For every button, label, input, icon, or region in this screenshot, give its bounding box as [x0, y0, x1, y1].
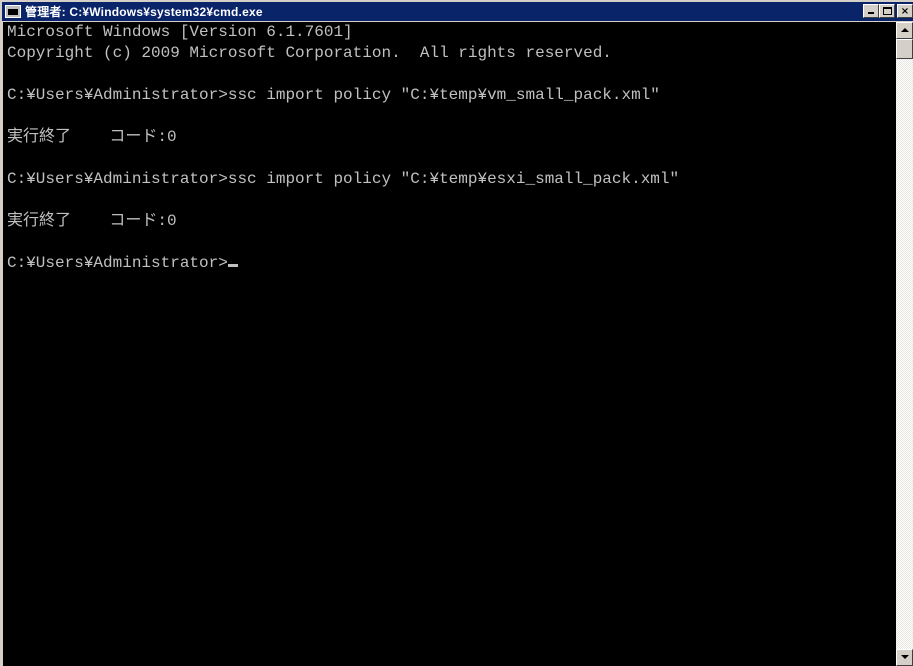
maximize-icon	[883, 7, 892, 15]
text-cursor	[227, 264, 238, 267]
console-line: Copyright (c) 2009 Microsoft Corporation…	[7, 44, 612, 62]
scroll-down-button[interactable]	[896, 649, 913, 666]
close-button[interactable]: ×	[897, 4, 913, 18]
console-line: C:¥Users¥Administrator>ssc import policy…	[7, 86, 660, 104]
window-controls: ×	[863, 4, 913, 18]
minimize-icon	[868, 12, 874, 14]
prompt-text: C:¥Users¥Administrator>	[7, 254, 228, 272]
scroll-up-button[interactable]	[896, 22, 913, 39]
console-icon[interactable]	[5, 5, 21, 18]
cmd-window: 管理者: C:¥Windows¥system32¥cmd.exe × Micro…	[0, 0, 913, 666]
console-line: Microsoft Windows [Version 6.1.7601]	[7, 23, 353, 41]
console-line: 実行終了 コード:0	[7, 212, 177, 230]
console-output[interactable]: Microsoft Windows [Version 6.1.7601] Cop…	[3, 22, 896, 666]
prompt-line[interactable]: C:¥Users¥Administrator>	[3, 253, 896, 274]
window-title: 管理者: C:¥Windows¥system32¥cmd.exe	[25, 5, 263, 19]
title-bar[interactable]: 管理者: C:¥Windows¥system32¥cmd.exe ×	[2, 2, 913, 21]
vertical-scrollbar[interactable]	[896, 22, 913, 666]
close-icon: ×	[900, 5, 910, 17]
scroll-thumb[interactable]	[896, 39, 913, 59]
console-line: C:¥Users¥Administrator>ssc import policy…	[7, 170, 680, 188]
maximize-button[interactable]	[879, 4, 895, 18]
minimize-button[interactable]	[863, 4, 879, 18]
console-line: 実行終了 コード:0	[7, 128, 177, 146]
